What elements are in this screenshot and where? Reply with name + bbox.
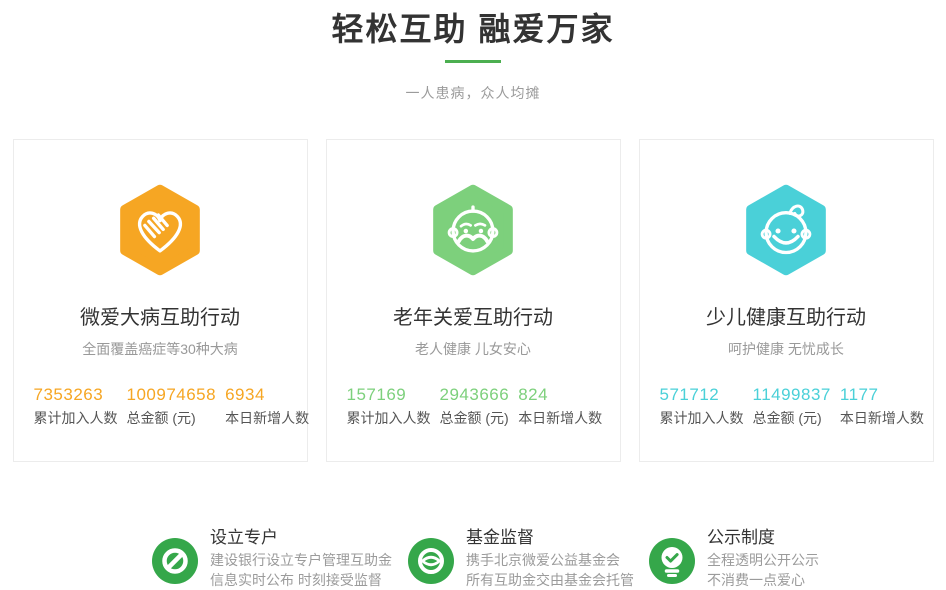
feature-line: 全程透明公开公示	[707, 553, 819, 567]
elder-face-icon	[433, 184, 513, 276]
stat-value: 6934	[225, 386, 309, 403]
stat-value: 2943666	[440, 386, 510, 403]
stat-joined: 157169 累计加入人数	[347, 386, 431, 425]
stat-value: 824	[518, 386, 602, 403]
feature-line: 信息实时公布 时刻接受监督	[210, 573, 392, 587]
feature-dedicated-account: 设立专户 建设银行设立专户管理互助金 信息实时公布 时刻接受监督	[152, 528, 392, 587]
title-divider	[445, 60, 501, 63]
stat-label: 本日新增人数	[225, 411, 309, 425]
stat-value: 157169	[347, 386, 431, 403]
stat-value: 11499837	[753, 386, 831, 403]
heart-in-hand-icon	[120, 184, 200, 276]
stat-value: 7353263	[34, 386, 118, 403]
stat-label: 总金额 (元)	[753, 411, 831, 425]
eye-icon	[408, 538, 454, 584]
stat-new-today: 6934 本日新增人数	[225, 386, 309, 425]
feature-fund-supervision: 基金监督 携手北京微爱公益基金会 所有互助金交由基金会托管	[408, 528, 634, 587]
card-subtitle: 全面覆盖癌症等30种大病	[14, 339, 307, 359]
hero-section: 轻松互助 融爱万家 一人患病，众人均摊	[0, 6, 946, 103]
feature-line: 建设银行设立专户管理互助金	[210, 553, 392, 567]
stat-label: 总金额 (元)	[440, 411, 510, 425]
trust-features-row: 设立专户 建设银行设立专户管理互助金 信息实时公布 时刻接受监督 基金监督 携手…	[0, 462, 946, 572]
card-title: 老年关爱互助行动	[327, 307, 620, 329]
card-subtitle: 呵护健康 无忧成长	[640, 339, 933, 359]
stat-label: 累计加入人数	[660, 411, 744, 425]
feature-title: 基金监督	[466, 528, 634, 547]
feature-line: 携手北京微爱公益基金会	[466, 553, 634, 567]
stat-amount: 100974658 总金额 (元)	[127, 386, 217, 425]
page-title: 轻松互助 融爱万家	[0, 6, 946, 52]
card-stats: 571712 累计加入人数 11499837 总金额 (元) 1177 本日新增…	[660, 386, 925, 425]
feature-line: 不消费一点爱心	[707, 573, 819, 587]
feature-title: 设立专户	[210, 528, 392, 547]
bulb-check-icon	[649, 538, 695, 584]
stat-amount: 2943666 总金额 (元)	[440, 386, 510, 425]
stat-joined: 571712 累计加入人数	[660, 386, 744, 425]
stat-new-today: 824 本日新增人数	[518, 386, 602, 425]
stat-value: 1177	[840, 386, 924, 403]
page-subtitle: 一人患病，众人均摊	[0, 83, 946, 103]
card-children-health[interactable]: 少儿健康互助行动 呵护健康 无忧成长 571712 累计加入人数 1149983…	[639, 139, 934, 462]
card-subtitle: 老人健康 儿女安心	[327, 339, 620, 359]
feature-title: 公示制度	[707, 528, 819, 547]
program-cards-row: 微爱大病互助行动 全面覆盖癌症等30种大病 7353263 累计加入人数 100…	[0, 139, 946, 462]
stat-value: 571712	[660, 386, 744, 403]
feature-publicity-system: 公示制度 全程透明公开公示 不消费一点爱心	[649, 528, 819, 587]
card-title: 少儿健康互助行动	[640, 307, 933, 329]
card-elderly-care[interactable]: 老年关爱互助行动 老人健康 儿女安心 157169 累计加入人数 2943666…	[326, 139, 621, 462]
stat-value: 100974658	[127, 386, 217, 403]
card-title: 微爱大病互助行动	[14, 307, 307, 329]
card-stats: 7353263 累计加入人数 100974658 总金额 (元) 6934 本日…	[34, 386, 299, 425]
stat-joined: 7353263 累计加入人数	[34, 386, 118, 425]
stat-label: 本日新增人数	[840, 411, 924, 425]
stat-amount: 11499837 总金额 (元)	[753, 386, 831, 425]
feature-line: 所有互助金交由基金会托管	[466, 573, 634, 587]
bank-account-icon	[152, 538, 198, 584]
stat-label: 累计加入人数	[347, 411, 431, 425]
card-serious-illness[interactable]: 微爱大病互助行动 全面覆盖癌症等30种大病 7353263 累计加入人数 100…	[13, 139, 308, 462]
stat-label: 本日新增人数	[518, 411, 602, 425]
baby-face-icon	[746, 184, 826, 276]
card-stats: 157169 累计加入人数 2943666 总金额 (元) 824 本日新增人数	[347, 386, 612, 425]
stat-label: 累计加入人数	[34, 411, 118, 425]
stat-label: 总金额 (元)	[127, 411, 217, 425]
stat-new-today: 1177 本日新增人数	[840, 386, 924, 425]
